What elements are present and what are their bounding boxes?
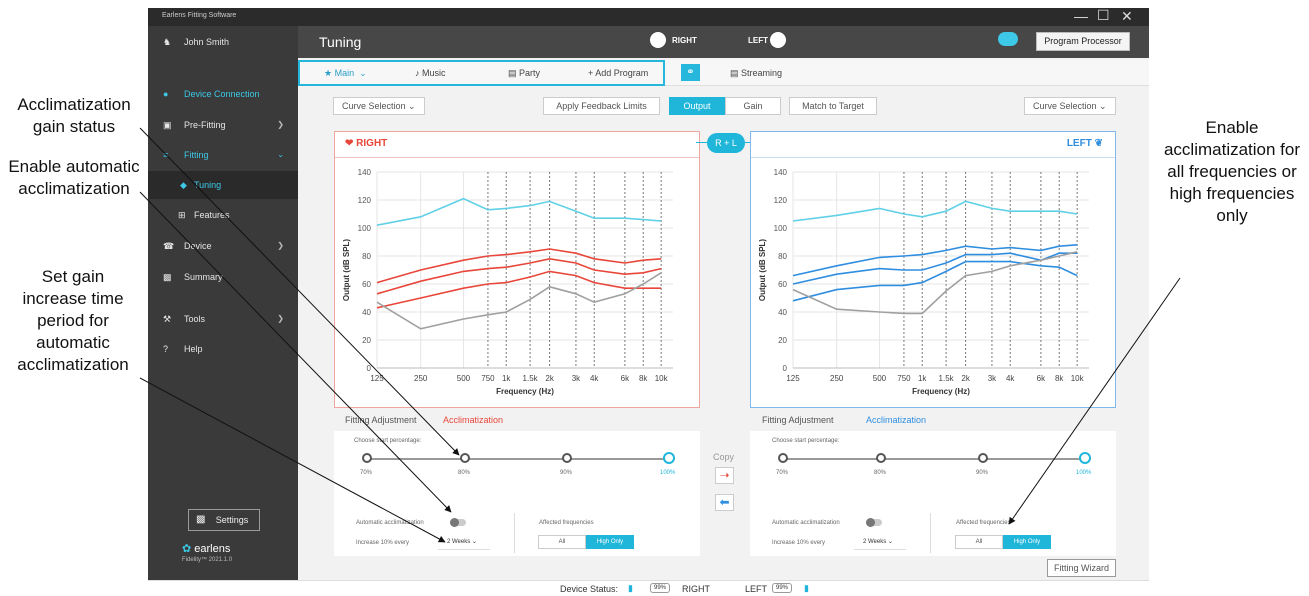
annotation-arrow [139,127,460,456]
annotation-arrow [139,377,446,543]
annotation-arrows [139,127,1181,543]
annotation-arrow [139,191,452,513]
annotation-arrow [1008,277,1181,525]
